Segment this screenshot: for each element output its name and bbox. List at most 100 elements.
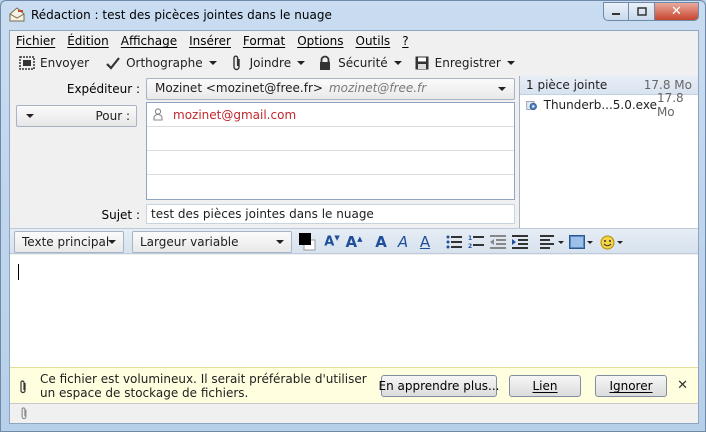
person-icon: [153, 108, 163, 121]
spelling-dropdown-button[interactable]: [208, 52, 218, 74]
from-hint: mozinet@free.fr: [328, 81, 427, 95]
save-disk-icon: [415, 56, 429, 70]
attach-button[interactable]: Joindre: [226, 52, 295, 74]
subject-input[interactable]: test des pièces jointes dans le nuage: [146, 204, 515, 224]
chevron-down-icon: [616, 240, 623, 244]
font-value: Largeur variable: [140, 235, 239, 249]
message-header: Expéditeur : Mozinet <mozinet@free.fr> mo…: [10, 76, 698, 228]
insert-button[interactable]: [568, 232, 594, 252]
attachment-pane: 1 pièce jointe 17.8 Mo Thunderb...5.0.ex…: [519, 76, 698, 228]
from-identity-select[interactable]: Mozinet <mozinet@free.fr> mozinet@free.fr: [146, 78, 515, 100]
larger-text-button[interactable]: A▲: [344, 232, 364, 252]
security-button[interactable]: Sécurité: [314, 52, 391, 74]
menu-format[interactable]: Format: [241, 34, 289, 48]
link-button[interactable]: Lien: [509, 375, 581, 397]
link-label: Lien: [532, 379, 558, 393]
attach-label: Joindre: [249, 56, 292, 70]
close-notification-icon[interactable]: ✕: [677, 378, 688, 393]
bullet-list-button[interactable]: [444, 232, 464, 252]
checkmark-icon: [106, 57, 120, 70]
font-size-increase-icon: A▲: [345, 233, 363, 251]
spelling-label: Orthographe: [126, 56, 203, 70]
from-label: Expéditeur :: [66, 82, 140, 96]
recipient-row[interactable]: mozinet@gmail.com: [147, 103, 514, 127]
spelling-button[interactable]: Orthographe: [102, 52, 206, 74]
save-button[interactable]: Enregistrer: [411, 52, 504, 74]
message-body-editor[interactable]: [10, 255, 698, 367]
attachment-name: Thunderb...5.0.exe: [543, 97, 657, 112]
menu-fichier[interactable]: Fichier: [14, 34, 59, 48]
maximize-button[interactable]: [629, 2, 655, 21]
subject-label: Sujet :: [101, 208, 140, 222]
title-bar[interactable]: Rédaction : test des picèces jointes dan…: [1, 1, 705, 29]
text-color-swatch-icon: [299, 233, 316, 251]
smiley-button[interactable]: [598, 232, 624, 252]
security-label: Sécurité: [338, 56, 388, 70]
menu-options[interactable]: Options: [295, 34, 347, 48]
text-caret: [18, 264, 19, 280]
recipient-row[interactable]: [147, 151, 514, 175]
chevron-down-icon: [276, 240, 284, 244]
menu-help[interactable]: ?: [400, 34, 412, 48]
underline-button[interactable]: A: [416, 232, 434, 252]
align-icon: [540, 235, 554, 249]
smaller-text-button[interactable]: A▼: [322, 232, 342, 252]
italic-button[interactable]: A: [394, 232, 412, 252]
minimize-icon: [612, 12, 620, 15]
chevron-down-icon: [498, 87, 506, 91]
from-value: Mozinet <mozinet@free.fr>: [155, 81, 323, 95]
recipient-row[interactable]: [147, 127, 514, 151]
numbered-list-icon: 1 2: [468, 235, 484, 249]
recipient-row[interactable]: [147, 175, 514, 199]
paperclip-icon: [21, 407, 27, 420]
menu-affichage[interactable]: Affichage: [119, 34, 181, 48]
save-dropdown-button[interactable]: [506, 52, 516, 74]
security-dropdown-button[interactable]: [393, 52, 403, 74]
menu-outils[interactable]: Outils: [354, 34, 395, 48]
smiley-icon: [600, 235, 614, 249]
svg-text:2: 2: [468, 243, 472, 249]
text-color-button[interactable]: [298, 232, 318, 252]
ignore-button[interactable]: Ignorer: [595, 375, 667, 397]
lock-icon: [320, 55, 331, 70]
send-button[interactable]: Envoyer: [16, 52, 92, 74]
paragraph-style-select[interactable]: Texte principal: [14, 231, 124, 253]
attachment-size: 17.8 Mo: [656, 90, 684, 119]
paragraph-style-value: Texte principal: [22, 235, 110, 249]
attachment-item[interactable]: Thunderb...5.0.exe 17.8 Mo: [520, 91, 698, 119]
numbered-list-button[interactable]: 1 2: [466, 232, 486, 252]
paperclip-icon: [232, 55, 240, 71]
outdent-button[interactable]: [488, 232, 508, 252]
italic-icon: A: [397, 233, 409, 251]
svg-text:1: 1: [468, 235, 472, 242]
maximize-icon: [636, 7, 647, 16]
attachment-count: 1 pièce jointe: [526, 78, 608, 92]
chevron-down-icon: [393, 61, 402, 65]
window-title: Rédaction : test des picèces jointes dan…: [31, 8, 332, 22]
compose-toolbar: Envoyer Orthographe Joindre Sécurité Enr…: [10, 51, 698, 75]
chevron-down-icon: [506, 61, 515, 65]
menu-inserer[interactable]: Insérer: [187, 34, 235, 48]
bullet-list-icon: [446, 235, 462, 249]
to-label: Pour :: [95, 109, 130, 123]
format-toolbar: Texte principal Largeur variable A▼ A▲ A…: [10, 228, 698, 254]
close-window-button[interactable]: ✕: [655, 2, 699, 21]
indent-button[interactable]: [510, 232, 530, 252]
send-icon: [19, 56, 35, 70]
large-attachment-notification: Ce fichier est volumineux. Il serait pré…: [10, 367, 698, 403]
attach-dropdown-button[interactable]: [296, 52, 306, 74]
installer-file-icon: [526, 100, 537, 110]
minimize-button[interactable]: [603, 2, 629, 21]
font-select[interactable]: Largeur variable: [132, 231, 292, 253]
recipient-address: mozinet@gmail.com: [173, 108, 297, 122]
recipient-list: mozinet@gmail.com: [146, 102, 515, 200]
alignment-button[interactable]: [540, 232, 564, 252]
bold-button[interactable]: A: [372, 232, 390, 252]
learn-more-button[interactable]: En apprendre plus...: [379, 375, 500, 397]
outdent-icon: [490, 235, 506, 249]
menu-edition[interactable]: Édition: [65, 34, 113, 48]
window-controls: ✕: [603, 2, 699, 21]
notification-message: Ce fichier est volumineux. Il serait pré…: [40, 372, 367, 400]
ignore-label: Ignorer: [609, 379, 653, 393]
recipient-type-select[interactable]: Pour :: [16, 105, 137, 127]
